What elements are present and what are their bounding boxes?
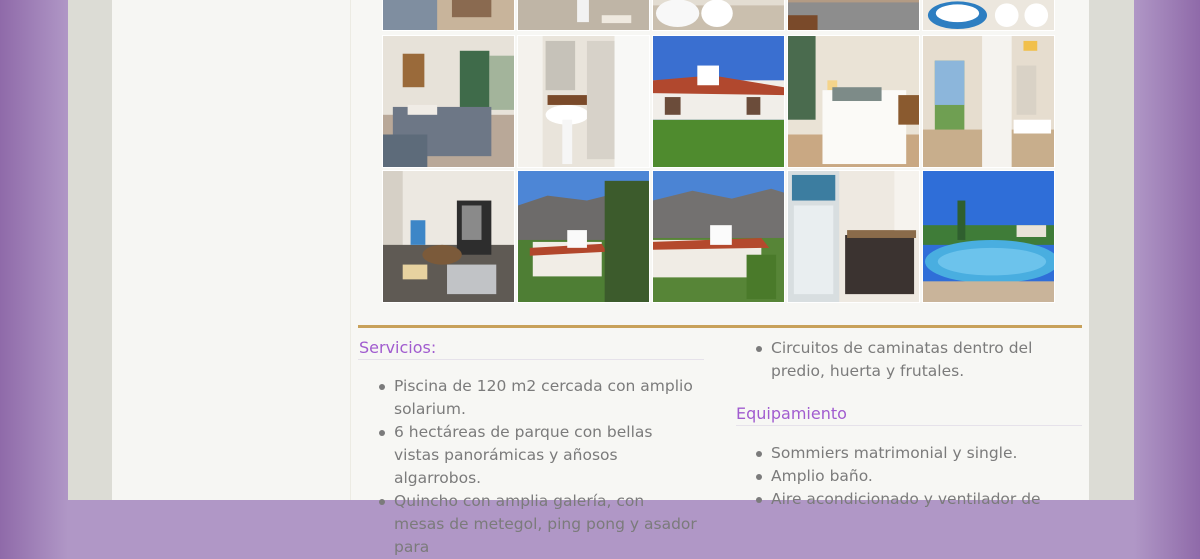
section-divider	[358, 325, 1082, 328]
gallery-photo[interactable]	[652, 0, 785, 31]
pool-photo	[923, 171, 1054, 302]
gallery-photo[interactable]	[517, 170, 650, 303]
building-mountains-photo	[518, 171, 649, 302]
gallery-photo[interactable]	[922, 170, 1055, 303]
gallery-photo[interactable]	[922, 35, 1055, 168]
room-interior-photo	[923, 36, 1054, 167]
gallery-photo[interactable]	[787, 0, 920, 31]
bedroom-twin-photo	[383, 36, 514, 167]
heading-underline	[358, 359, 704, 360]
bathroom-photo	[923, 0, 1054, 30]
list-item: Circuitos de caminatas dentro del predio…	[756, 337, 1086, 383]
gallery-photo[interactable]	[382, 170, 515, 303]
gallery-photo[interactable]	[382, 0, 515, 31]
servicios-list-continued: Circuitos de caminatas dentro del predio…	[756, 337, 1086, 383]
equipamiento-list: Sommiers matrimonial y single. Amplio ba…	[756, 442, 1086, 511]
building-mountains-photo	[653, 171, 784, 302]
bathroom-toilet-photo	[653, 0, 784, 30]
equipamiento-heading: Equipamiento	[736, 404, 847, 423]
bedroom-detail-photo	[788, 0, 919, 30]
list-item: Sommiers matrimonial y single.	[756, 442, 1086, 465]
list-item: Piscina de 120 m2 cercada con amplio sol…	[379, 375, 699, 421]
bedroom-double-photo	[788, 36, 919, 167]
sidebar	[112, 0, 351, 500]
bathroom-photo	[518, 0, 649, 30]
building-exterior-photo	[653, 36, 784, 167]
gallery-photo[interactable]	[787, 35, 920, 168]
list-item: Amplio baño.	[756, 465, 1086, 488]
list-item: 6 hectáreas de parque con bellas vistas …	[379, 421, 699, 490]
bedroom-photo	[383, 0, 514, 30]
gallery-photo[interactable]	[382, 35, 515, 168]
bathroom-shower-photo	[518, 36, 649, 167]
kitchenette-photo	[383, 171, 514, 302]
gallery-photo[interactable]	[517, 0, 650, 31]
servicios-list: Piscina de 120 m2 cercada con amplio sol…	[379, 375, 699, 559]
gallery-photo[interactable]	[922, 0, 1055, 31]
gallery-photo[interactable]	[652, 170, 785, 303]
gallery-photo[interactable]	[652, 35, 785, 168]
list-item: Quincho con amplia galería, con mesas de…	[379, 490, 699, 559]
photo-gallery	[382, 0, 1058, 306]
heading-underline	[736, 425, 1082, 426]
kitchen-fridge-photo	[788, 171, 919, 302]
servicios-heading: Servicios:	[359, 338, 437, 357]
gallery-photo[interactable]	[517, 35, 650, 168]
gallery-photo[interactable]	[787, 170, 920, 303]
